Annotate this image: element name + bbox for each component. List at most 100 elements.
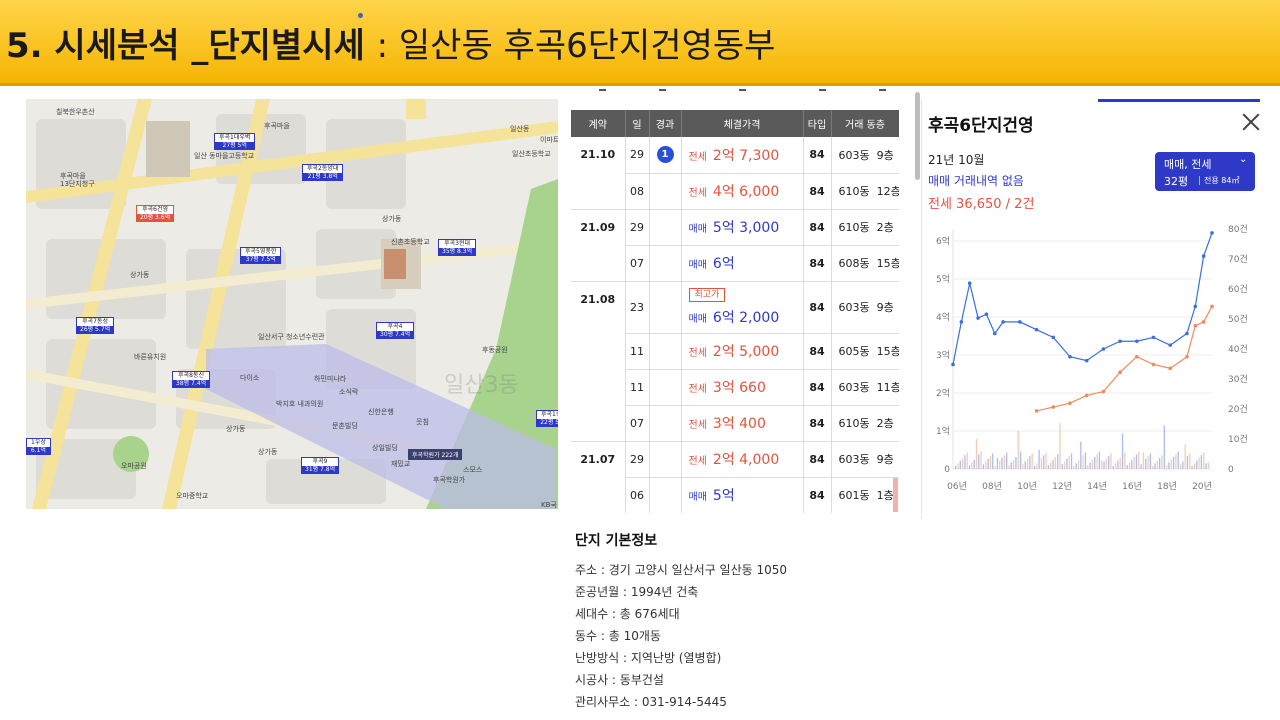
map-pin-7[interactable]: 후곡4 30평 7.4억	[376, 322, 415, 339]
elapsed-cell	[649, 477, 682, 513]
map-pin-2[interactable]: 후곡2동양대 21평 3.8억	[302, 164, 344, 181]
volume-bar	[966, 452, 968, 469]
pin-value: 21평 3.8억	[302, 173, 344, 181]
col-header-dong-floor[interactable]: 거래 동층	[831, 110, 899, 137]
table-scrollbar[interactable]	[915, 92, 920, 180]
map-label-1: 칠북한우촌산	[56, 108, 95, 116]
table-row[interactable]: 21.10 29 1 전세 2억 7,300 84 603동 9층	[571, 137, 899, 210]
volume-bar	[971, 462, 973, 469]
jeonse-price-point	[1101, 389, 1106, 394]
volume-bar	[959, 460, 961, 469]
volume-bar	[989, 456, 992, 469]
volume-bar	[1008, 465, 1010, 469]
volume-bar	[980, 451, 982, 469]
x-tick-label: 06년	[947, 481, 967, 492]
elapsed-cell	[649, 173, 682, 210]
price-cell: 전세 2억 7,300	[681, 137, 804, 174]
col-header-type[interactable]: 타입	[803, 110, 832, 137]
map-label-14: 다이소	[240, 374, 260, 382]
volume-bar	[1036, 463, 1038, 469]
jeonse-price-point	[1068, 401, 1072, 405]
price-trend-chart[interactable]: 0 1억 2억 3억 4억 5억 6억 0 10건 20건 30건 40건 50건 60건 70건 80건 06…	[922, 217, 1280, 517]
academy-pin[interactable]: 후곡학원가 222개	[408, 449, 463, 460]
map-label-20: 웃침	[416, 418, 429, 426]
map-label-30: KB국	[541, 501, 557, 509]
sale-price-point	[1168, 343, 1173, 347]
page-title: 5. 시세분석 _단지별시세 : 일산동 후곡6단지건영동부	[6, 18, 775, 67]
volume-bar	[1191, 466, 1193, 469]
x-tick-label: 16년	[1122, 481, 1142, 492]
unit-type: 84	[803, 173, 832, 210]
volume-bar	[1156, 460, 1158, 469]
price-cell: 매매 5억 3,000	[681, 209, 804, 246]
contract-month: 21.10	[571, 137, 626, 210]
contract-day: 07	[625, 245, 650, 282]
map-pin-8[interactable]: 후곡8동신 38평 7.4억	[172, 371, 211, 388]
y-right-tick-label: 80건	[1228, 224, 1248, 235]
col-header-contract[interactable]: 계약	[571, 110, 626, 137]
deal-amount: 6억 2,000	[712, 310, 780, 326]
volume-bar	[1142, 452, 1145, 469]
volume-bar	[1138, 451, 1140, 469]
pin-value: 38평 7.4억	[172, 380, 211, 388]
volume-bar	[1145, 458, 1147, 469]
sale-price-point	[951, 362, 955, 367]
table-row[interactable]: 21.09 29 매매 5억 3,000 84 610동 2층	[571, 209, 899, 282]
pin-name: 후곡9	[301, 457, 340, 466]
y-right-tick-label: 70건	[1228, 254, 1248, 265]
map-pin-3[interactable]: 후곡6건영 20평 3.6억	[136, 205, 175, 222]
filter-separator	[1199, 176, 1200, 185]
volume-bar	[1012, 459, 1015, 469]
complex-map[interactable]: 일산3동 칠북한우촌산 일산동 후곡마을 13단지청구 후곡마을 일산 동마을고…	[26, 99, 558, 509]
dong-floor: 601동 1층	[831, 477, 899, 513]
panel-active-tab-line	[1098, 99, 1260, 102]
contract-day: 07	[625, 405, 650, 442]
deal-kind: 전세	[688, 348, 707, 359]
unit-type: 84	[803, 405, 832, 442]
dong-floor: 603동 9층	[831, 137, 899, 174]
col-header-elapsed[interactable]: 경과	[649, 110, 682, 137]
y-right-tick-label: 40건	[1228, 344, 1248, 355]
pin-name: 후곡5영풍한	[240, 247, 282, 256]
elapsed-cell: 1	[649, 137, 682, 174]
col-header-day[interactable]: 일	[625, 110, 650, 137]
volume-bar	[1105, 458, 1107, 469]
deal-filter-dropdown[interactable]: 매매, 전세 ⌄ 32평 전용 84㎡	[1155, 152, 1255, 191]
map-pin-5[interactable]: 후곡3현대 35평 8.3억	[438, 239, 477, 256]
deal-kind: 매매	[688, 260, 707, 271]
map-pin-10[interactable]: 1우성 6.1억	[26, 438, 51, 455]
volume-bar	[992, 453, 994, 469]
deal-amount: 3억 400	[712, 416, 766, 432]
close-icon[interactable]	[1240, 111, 1262, 133]
transaction-table-container[interactable]: 계약 일 경과 체결가격 타입 거래 동층 21.10 29 1 전세 2억 7,300…	[571, 110, 899, 513]
unit-type: 84	[803, 281, 832, 334]
volume-bar	[1040, 457, 1043, 469]
title-dot	[358, 13, 363, 18]
map-pin-6[interactable]: 후곡7동성 26평 5.7억	[76, 317, 115, 334]
sale-no-deal-text: 매매 거래내역 없음	[928, 174, 1024, 188]
volume-bar	[1175, 454, 1177, 469]
volume-bar	[994, 466, 996, 469]
map-label-18: 박지호 내과의원	[276, 400, 324, 408]
volume-bar	[1112, 466, 1114, 469]
jeonse-price-point	[1201, 320, 1206, 324]
pin-value: 6.1억	[26, 447, 51, 455]
map-pin-11[interactable]: 후곡1! 22평 5	[536, 410, 558, 427]
pin-value: 30평 7.4억	[376, 331, 415, 339]
info-households: 세대수 : 총 676세대	[575, 607, 680, 621]
volume-bar	[982, 464, 985, 469]
map-pin-1[interactable]: 후곡1대우벽 27평 5억	[214, 133, 256, 150]
sale-price-point	[1151, 335, 1156, 340]
deal-kind: 전세	[688, 188, 707, 199]
y-left-tick-label: 1억	[936, 425, 950, 437]
chevron-down-icon: ⌄	[1239, 154, 1248, 165]
map-pin-4[interactable]: 후곡5영풍한 37평 7.5억	[240, 247, 282, 264]
jeonse-price-point	[1051, 405, 1056, 409]
volume-bar	[1070, 453, 1073, 469]
table-row[interactable]: 21.07 29 전세 2억 4,000 84 603동 9층	[571, 441, 899, 513]
filter-size-label: 32평	[1164, 175, 1189, 188]
col-header-price[interactable]: 체결가격	[681, 110, 804, 137]
unit-type: 84	[803, 441, 832, 478]
table-row[interactable]: 21.08 23 최고가 매매 6억 2,000 84 603동 9층	[571, 281, 899, 442]
map-pin-9[interactable]: 후곡9 31평 7.8억	[301, 457, 340, 474]
